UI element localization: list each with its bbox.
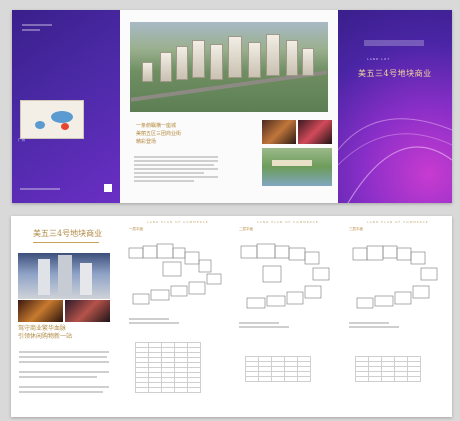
location-map xyxy=(20,100,84,139)
body-text-line xyxy=(134,172,204,174)
market-photo xyxy=(65,300,110,322)
building xyxy=(80,263,92,295)
panel-subtitle: 驾守商业繁华血脉 引领休闲购物新一站 xyxy=(18,325,73,340)
gold-divider xyxy=(33,242,99,243)
building xyxy=(272,160,312,166)
aerial-rendering-photo xyxy=(130,22,328,112)
inner-spread-panel: 一条俯瞩横一座城 美丽五区三团商业街 精彩登场 xyxy=(120,10,338,203)
map-caption: 广州 xyxy=(18,138,25,142)
note-line xyxy=(349,326,399,328)
section-label: 一层平面 xyxy=(129,227,143,231)
body-text-line xyxy=(19,361,109,363)
map-water xyxy=(51,111,73,123)
body-text-line xyxy=(134,176,218,178)
body-text-line xyxy=(19,356,107,358)
note-line xyxy=(129,322,179,324)
back-cover-panel: 广州 xyxy=(12,10,120,203)
body-text-line xyxy=(19,391,103,393)
cover-title: 美五三4号地块商业 xyxy=(358,69,432,78)
building xyxy=(142,62,153,82)
building xyxy=(176,46,188,80)
location-pin-icon xyxy=(61,123,69,130)
body-text-line xyxy=(134,160,218,162)
building xyxy=(38,259,50,295)
top-brochure-spread: 广州 一条俯瞩横一座城 美丽五区三团商业街 精彩登场 LAND LOT 美五三4… xyxy=(12,10,452,203)
floor-plan-panel-3: LAND PLAN OF COMMERCE 三层平面 xyxy=(341,216,452,417)
building xyxy=(160,52,172,82)
decorative-line xyxy=(20,188,60,190)
section-label: 三层平面 xyxy=(349,227,363,231)
park-photo xyxy=(262,148,332,186)
building xyxy=(286,40,298,76)
bottom-brochure-spread: 美五三4号地块商业 驾守商业繁华血脉 引领休闲购物新一站 LAND PLAN O… xyxy=(11,216,452,417)
body-text-line xyxy=(134,156,218,158)
building xyxy=(248,42,261,78)
front-cover-panel: LAND LOT 美五三4号地块商业 xyxy=(338,10,452,203)
floor-plan-panel-1: LAND PLAN OF COMMERCE 一层平面 xyxy=(121,216,232,417)
header-strip: LAND PLAN OF COMMERCE xyxy=(367,220,429,224)
building xyxy=(58,255,72,295)
map-water xyxy=(35,121,45,129)
qr-code xyxy=(104,184,112,192)
section-label: 二层平面 xyxy=(239,227,253,231)
dotted-wave-graphic xyxy=(338,118,452,203)
floor-plan-drawing xyxy=(240,243,330,309)
night-street-photo xyxy=(18,300,63,322)
building xyxy=(228,36,242,78)
note-line xyxy=(349,322,389,324)
header-strip: LAND PLAN OF COMMERCE xyxy=(257,220,319,224)
note-line xyxy=(129,318,169,320)
body-text-line xyxy=(19,371,109,373)
panel-title: 美五三4号地块商业 xyxy=(33,229,103,238)
commercial-building-photo xyxy=(18,253,110,299)
decorative-line xyxy=(22,29,40,31)
body-text-line xyxy=(134,180,194,182)
area-table xyxy=(355,356,421,382)
building xyxy=(302,48,314,76)
note-line xyxy=(239,326,289,328)
note-line xyxy=(239,322,279,324)
headline: 一条俯瞩横一座城 美丽五区三团商业街 精彩登场 xyxy=(136,123,182,145)
body-text-line xyxy=(19,376,97,378)
blurred-logo xyxy=(364,40,424,46)
floor-plan-drawing xyxy=(128,243,222,305)
building xyxy=(210,44,223,80)
floor-plan-panel-2: LAND PLAN OF COMMERCE 二层平面 xyxy=(231,216,342,417)
body-text-line xyxy=(134,164,214,166)
body-text-line xyxy=(134,168,218,170)
intro-panel: 美五三4号地块商业 驾守商业繁华血脉 引领休闲购物新一站 xyxy=(11,216,122,417)
area-table xyxy=(135,342,201,393)
body-text-line xyxy=(19,351,109,353)
shopping-photo xyxy=(298,120,332,144)
header-strip: LAND PLAN OF COMMERCE xyxy=(147,220,209,224)
floor-plan-drawing xyxy=(352,245,438,309)
building xyxy=(192,40,205,78)
nightlife-photo xyxy=(262,120,296,144)
cover-subtitle: LAND LOT xyxy=(367,57,391,61)
area-table xyxy=(245,356,311,382)
body-text-line xyxy=(19,386,109,388)
building xyxy=(266,34,280,76)
decorative-line xyxy=(22,24,52,26)
